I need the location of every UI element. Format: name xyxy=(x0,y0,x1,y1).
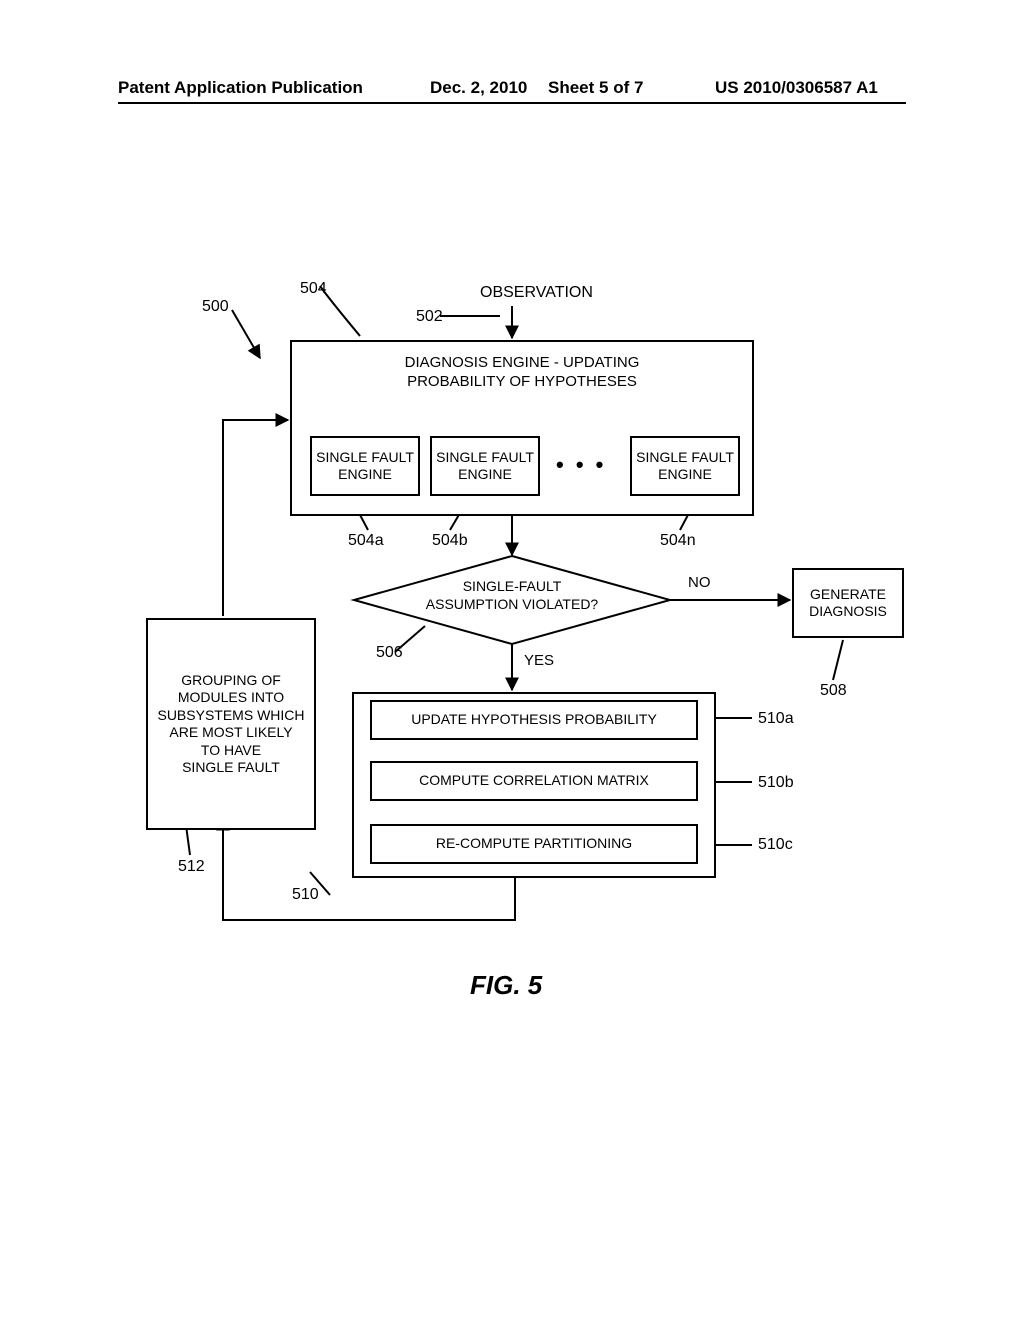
ref-508: 508 xyxy=(820,682,847,700)
gen1: GENERATE xyxy=(810,586,886,604)
ref-510c: 510c xyxy=(758,836,793,854)
sfe-ellipsis: • • • xyxy=(556,452,606,478)
observation-label: OBSERVATION xyxy=(480,284,593,302)
ref-504b: 504b xyxy=(432,532,468,550)
diagnosis-engine-title-1: DIAGNOSIS ENGINE - UPDATING xyxy=(405,354,640,373)
sfe-box-1: SINGLE FAULT ENGINE xyxy=(310,436,420,496)
generate-diagnosis-box: GENERATE DIAGNOSIS xyxy=(792,568,904,638)
header-rule xyxy=(118,102,906,104)
ref-512: 512 xyxy=(178,858,205,876)
sfe-box-n: SINGLE FAULT ENGINE xyxy=(630,436,740,496)
figure-caption: FIG. 5 xyxy=(470,970,542,1001)
header-pubnum: US 2010/0306587 A1 xyxy=(715,78,878,98)
ref-506: 506 xyxy=(376,644,403,662)
step510b-box: COMPUTE CORRELATION MATRIX xyxy=(370,761,698,801)
ref-510a: 510a xyxy=(758,710,794,728)
diagnosis-engine-title-2: PROBABILITY OF HYPOTHESES xyxy=(407,373,637,392)
header-sheet: Sheet 5 of 7 xyxy=(548,78,643,98)
decision-line2: ASSUMPTION VIOLATED? xyxy=(412,596,612,612)
ref-504a: 504a xyxy=(348,532,384,550)
ref-504: 504 xyxy=(300,280,327,298)
ref-500: 500 xyxy=(202,298,229,316)
ref-510: 510 xyxy=(292,886,319,904)
ref-502: 502 xyxy=(416,308,443,326)
header-date: Dec. 2, 2010 xyxy=(430,78,527,98)
step510c-box: RE-COMPUTE PARTITIONING xyxy=(370,824,698,864)
gen2: DIAGNOSIS xyxy=(809,603,887,621)
ref-510b: 510b xyxy=(758,774,794,792)
sfe-box-2: SINGLE FAULT ENGINE xyxy=(430,436,540,496)
no-label: NO xyxy=(688,574,711,591)
ref-504n: 504n xyxy=(660,532,696,550)
yes-label: YES xyxy=(524,652,554,669)
step510a-box: UPDATE HYPOTHESIS PROBABILITY xyxy=(370,700,698,740)
header-left: Patent Application Publication xyxy=(118,78,363,98)
grouping-box: GROUPING OF MODULES INTO SUBSYSTEMS WHIC… xyxy=(146,618,316,830)
decision-line1: SINGLE-FAULT xyxy=(412,578,612,594)
